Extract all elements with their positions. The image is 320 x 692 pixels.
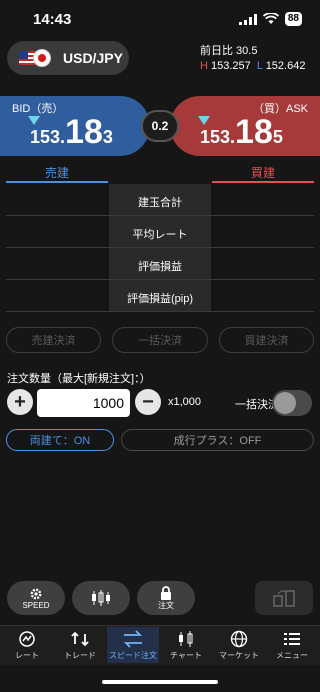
status-indicators: 88 (238, 12, 302, 26)
candlestick-icon (92, 590, 110, 606)
row-label-unrealized-pl: 評価損益 (138, 261, 182, 273)
row-label-total-position: 建玉合計 (138, 197, 182, 209)
market-globe-icon (230, 630, 248, 647)
buy-settle-button[interactable]: 買建決済 (219, 327, 314, 353)
home-indicator (102, 680, 218, 684)
quantity-input[interactable] (37, 389, 130, 417)
speed-settings-button[interactable]: SPEED (7, 581, 65, 615)
row-label-unrealized-pl-pip: 評価損益(pip) (126, 293, 193, 305)
bid-sell-button[interactable]: BID（売） 153. 18 3 (0, 96, 150, 156)
low-prefix: L (256, 60, 263, 72)
row-divider (6, 247, 314, 248)
high-prefix: H (200, 60, 208, 72)
high-low: H 153.257 L 152.642 (200, 60, 305, 72)
tab-trade[interactable]: トレード (54, 627, 106, 663)
trade-icon (71, 631, 89, 646)
minus-icon: − (142, 390, 154, 413)
tab-label: レート (15, 650, 39, 660)
high-value: 153.257 (211, 60, 251, 72)
row-divider (6, 311, 314, 312)
ask-price-big: 18 (235, 113, 273, 151)
sell-underline (6, 181, 108, 183)
menu-icon (284, 632, 300, 645)
battery-icon: 88 (284, 12, 302, 26)
rate-icon (19, 630, 35, 647)
pair-flags-icon (19, 47, 55, 69)
signal-icon (238, 13, 257, 25)
wifi-icon (262, 13, 279, 24)
jp-flag-icon (33, 49, 51, 67)
row-divider (6, 279, 314, 280)
row-label-average-rate: 平均レート (132, 229, 188, 241)
bid-price-small: 153. (30, 127, 66, 147)
plus-icon: + (14, 390, 26, 413)
bid-price: 153. 18 3 (30, 114, 113, 150)
tab-speed-order[interactable]: スピード注文 (107, 627, 159, 663)
tab-label: マーケット (219, 650, 259, 660)
ask-price-small: 153. (200, 127, 236, 147)
nariyuki-plus-toggle[interactable]: 成行プラス：OFF (121, 429, 314, 451)
increase-quantity-button[interactable]: + (7, 389, 33, 415)
tab-rate[interactable]: レート (1, 627, 53, 663)
tab-market[interactable]: マーケット (213, 627, 265, 663)
low-value: 152.642 (265, 60, 306, 72)
pair-label: USD/JPY (63, 50, 123, 66)
tab-label: チャート (170, 650, 202, 660)
order-lock-button[interactable]: 注文 (137, 581, 195, 615)
tab-menu[interactable]: メニュー (266, 627, 318, 663)
order-label: 注文 (158, 600, 174, 610)
gear-icon (30, 588, 42, 599)
bulk-settle-button[interactable]: 一括決済 (112, 327, 208, 353)
tab-chart[interactable]: チャート (160, 627, 212, 663)
sell-position-header: 売建 (44, 166, 69, 180)
sell-settle-button[interactable]: 売建決済 (6, 327, 101, 353)
both-side-toggle[interactable]: 両建て：ON (6, 429, 114, 451)
bulk-settle-toggle[interactable] (272, 390, 312, 416)
tab-label: メニュー (276, 650, 308, 660)
buy-underline (212, 181, 314, 183)
chart-toggle-button[interactable] (72, 581, 130, 615)
speed-order-icon (123, 629, 143, 648)
layout-switch-icon (273, 590, 295, 607)
order-quantity-label: 注文数量（最大[新規注文]：） (7, 373, 151, 385)
bid-price-big: 18 (65, 113, 103, 151)
chart-icon (179, 630, 193, 647)
quantity-multiplier: x1,000 (168, 396, 202, 408)
speed-label: SPEED (22, 600, 50, 610)
buy-position-header: 買建 (250, 166, 275, 180)
tab-label: スピード注文 (109, 650, 157, 660)
layout-switch-button[interactable] (255, 581, 313, 615)
lock-icon (161, 585, 171, 600)
currency-pair-selector[interactable]: USD/JPY (7, 41, 129, 75)
bid-price-pip: 3 (102, 127, 113, 147)
tab-label: トレード (64, 650, 96, 660)
ask-price: 153. 18 5 (200, 114, 283, 150)
ask-buy-button[interactable]: （買）ASK 153. 18 5 (170, 96, 320, 156)
status-time: 14:43 (33, 11, 72, 28)
decrease-quantity-button[interactable]: − (135, 389, 161, 415)
ask-price-pip: 5 (272, 127, 283, 147)
spread-badge: 0.2 (141, 110, 179, 142)
day-change: 前日比 30.5 (200, 45, 258, 57)
row-divider (6, 215, 314, 216)
